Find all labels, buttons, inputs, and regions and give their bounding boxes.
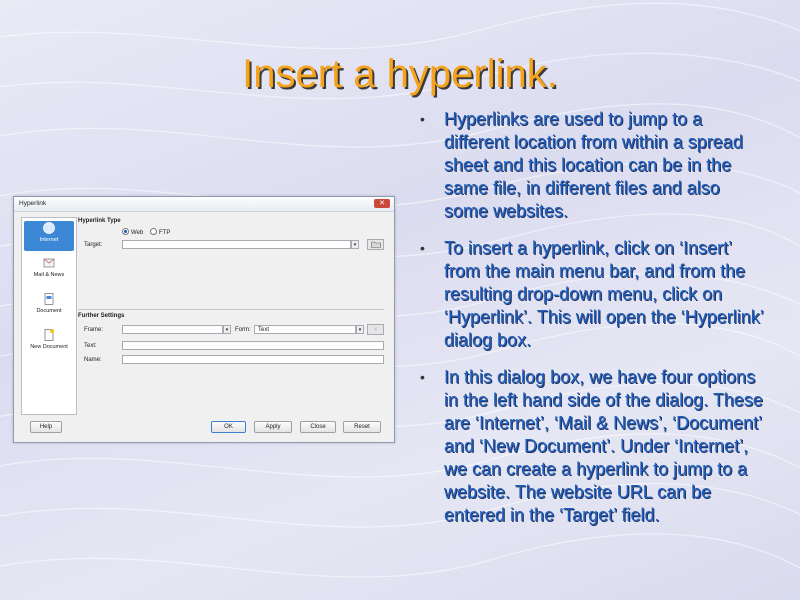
apply-button[interactable]: Apply [254, 421, 292, 433]
chevron-down-icon[interactable]: ▾ [356, 325, 364, 334]
bullet-dot-icon: • [420, 111, 425, 127]
bullet-text: To insert a hyperlink, click on ‘Insert’… [444, 238, 764, 350]
side-item-internet[interactable]: Internet [24, 221, 74, 251]
form-label: Form: [235, 327, 251, 333]
side-item-label: New Document [30, 344, 68, 350]
radio-web-label: Web [131, 230, 144, 236]
side-item-label: Document [36, 308, 62, 314]
name-input[interactable] [122, 355, 384, 364]
form-select[interactable]: Text [254, 325, 356, 334]
frame-select[interactable] [122, 325, 223, 334]
bullet-item: • Hyperlinks are used to jump to a differ… [420, 108, 765, 223]
mail-icon [43, 258, 55, 268]
globe-icon [43, 222, 55, 234]
slide-title: Insert a hyperlink. [242, 52, 558, 96]
slide: Insert a hyperlink. • Hyperlinks are used… [0, 0, 800, 600]
radio-web[interactable]: Web [122, 228, 143, 236]
text-label: Text: [84, 343, 97, 349]
dialog-title: Hyperlink [19, 200, 47, 207]
text-input[interactable] [122, 341, 384, 350]
further-settings-heading: Further Settings [78, 313, 125, 319]
side-item-label: Mail & News [33, 272, 65, 278]
bullet-list: • Hyperlinks are used to jump to a differ… [420, 108, 765, 541]
dialog-titlebar: Hyperlink ✕ [14, 197, 394, 212]
target-label: Target: [84, 242, 103, 248]
frame-label: Frame: [84, 327, 104, 333]
chevron-down-icon[interactable]: ▾ [223, 325, 231, 334]
name-label: Name: [84, 357, 102, 363]
reset-button[interactable]: Reset [343, 421, 381, 433]
bullet-text: Hyperlinks are used to jump to a differe… [444, 109, 743, 221]
hyperlink-dialog: Hyperlink ✕ Internet Mail & News Documen… [13, 196, 395, 443]
divider [78, 309, 384, 310]
ok-button[interactable]: OK [211, 421, 246, 433]
help-button[interactable]: Help [30, 421, 62, 433]
bullet-dot-icon: • [420, 240, 425, 256]
close-button[interactable]: Close [300, 421, 336, 433]
folder-icon [370, 241, 381, 248]
new-document-icon [44, 329, 54, 341]
side-item-label: Internet [39, 237, 59, 243]
bullet-item: • In this dialog box, we have four option… [420, 366, 765, 527]
bullet-dot-icon: • [420, 369, 425, 385]
radio-selected-icon [122, 228, 129, 235]
hyperlink-type-heading: Hyperlink Type [78, 218, 121, 224]
side-item-mail-news[interactable]: Mail & News [24, 256, 74, 278]
side-item-new-document[interactable]: New Document [24, 328, 74, 350]
dialog-side-pane: Internet Mail & News Document New Docume… [21, 217, 77, 415]
document-icon [44, 293, 54, 305]
target-input[interactable] [122, 240, 351, 249]
close-icon[interactable]: ✕ [374, 199, 390, 208]
events-button[interactable]: ✕ [367, 324, 384, 335]
radio-unselected-icon [150, 228, 157, 235]
bullet-item: • To insert a hyperlink, click on ‘Insert… [420, 237, 765, 352]
radio-ftp-label: FTP [159, 230, 171, 236]
side-item-document[interactable]: Document [24, 292, 74, 314]
chevron-down-icon[interactable]: ▾ [351, 240, 359, 249]
bullet-text: In this dialog box, we have four options… [444, 367, 763, 525]
radio-ftp[interactable]: FTP [150, 228, 170, 236]
open-file-button[interactable] [367, 239, 384, 250]
